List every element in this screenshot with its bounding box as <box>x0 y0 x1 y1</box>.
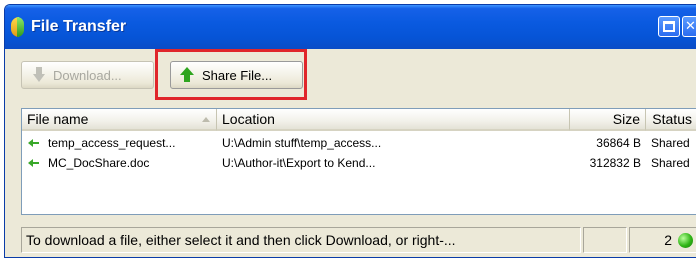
window-title: File Transfer <box>31 18 127 35</box>
size-cell: 312832 B <box>589 156 641 170</box>
location-cell: U:\Author-it\Export to Kend... <box>222 156 376 170</box>
close-button[interactable]: ✕ <box>682 16 696 37</box>
location-cell: U:\Admin stuff\temp_access... <box>222 136 382 150</box>
status-empty-pane <box>583 227 627 253</box>
size-cell: 36864 B <box>596 136 641 150</box>
table-row[interactable]: MC_DocShare.doc U:\Author-it\Export to K… <box>22 154 696 172</box>
column-header-status[interactable]: Status <box>646 109 696 131</box>
sort-ascending-icon <box>202 117 210 122</box>
column-header-file-name[interactable]: File name <box>22 109 217 131</box>
file-list[interactable]: File name Location Size Status temp_acce… <box>21 108 696 215</box>
download-button[interactable]: Download... <box>21 61 154 89</box>
shared-file-arrow-icon <box>28 159 40 167</box>
share-file-highlight-box <box>155 49 307 100</box>
file-name-cell: temp_access_request... <box>48 136 176 150</box>
minimize-button[interactable] <box>658 16 680 37</box>
window-controls: ✕ <box>658 16 696 37</box>
download-button-label: Download... <box>53 67 122 83</box>
status-cell: Shared <box>651 136 690 150</box>
toolbar: Download... Share File... <box>5 49 696 99</box>
connection-status-icon <box>678 232 693 248</box>
app-icon <box>11 17 24 37</box>
table-row[interactable]: temp_access_request... U:\Admin stuff\te… <box>22 134 696 152</box>
status-bar: To download a file, either select it and… <box>21 227 696 253</box>
download-arrow-icon <box>30 67 46 83</box>
shared-file-count: 2 <box>664 232 672 248</box>
title-bar[interactable]: File Transfer ✕ <box>5 5 696 49</box>
file-transfer-window: File Transfer ✕ Download... Share File..… <box>4 4 696 258</box>
column-header-location[interactable]: Location <box>217 109 570 131</box>
file-name-cell: MC_DocShare.doc <box>48 156 150 170</box>
status-count-pane: 2 <box>629 227 696 253</box>
list-header: File name Location Size Status <box>22 109 696 131</box>
column-header-size[interactable]: Size <box>570 109 646 131</box>
shared-file-arrow-icon <box>28 139 40 147</box>
status-cell: Shared <box>651 156 690 170</box>
status-message: To download a file, either select it and… <box>21 227 581 253</box>
